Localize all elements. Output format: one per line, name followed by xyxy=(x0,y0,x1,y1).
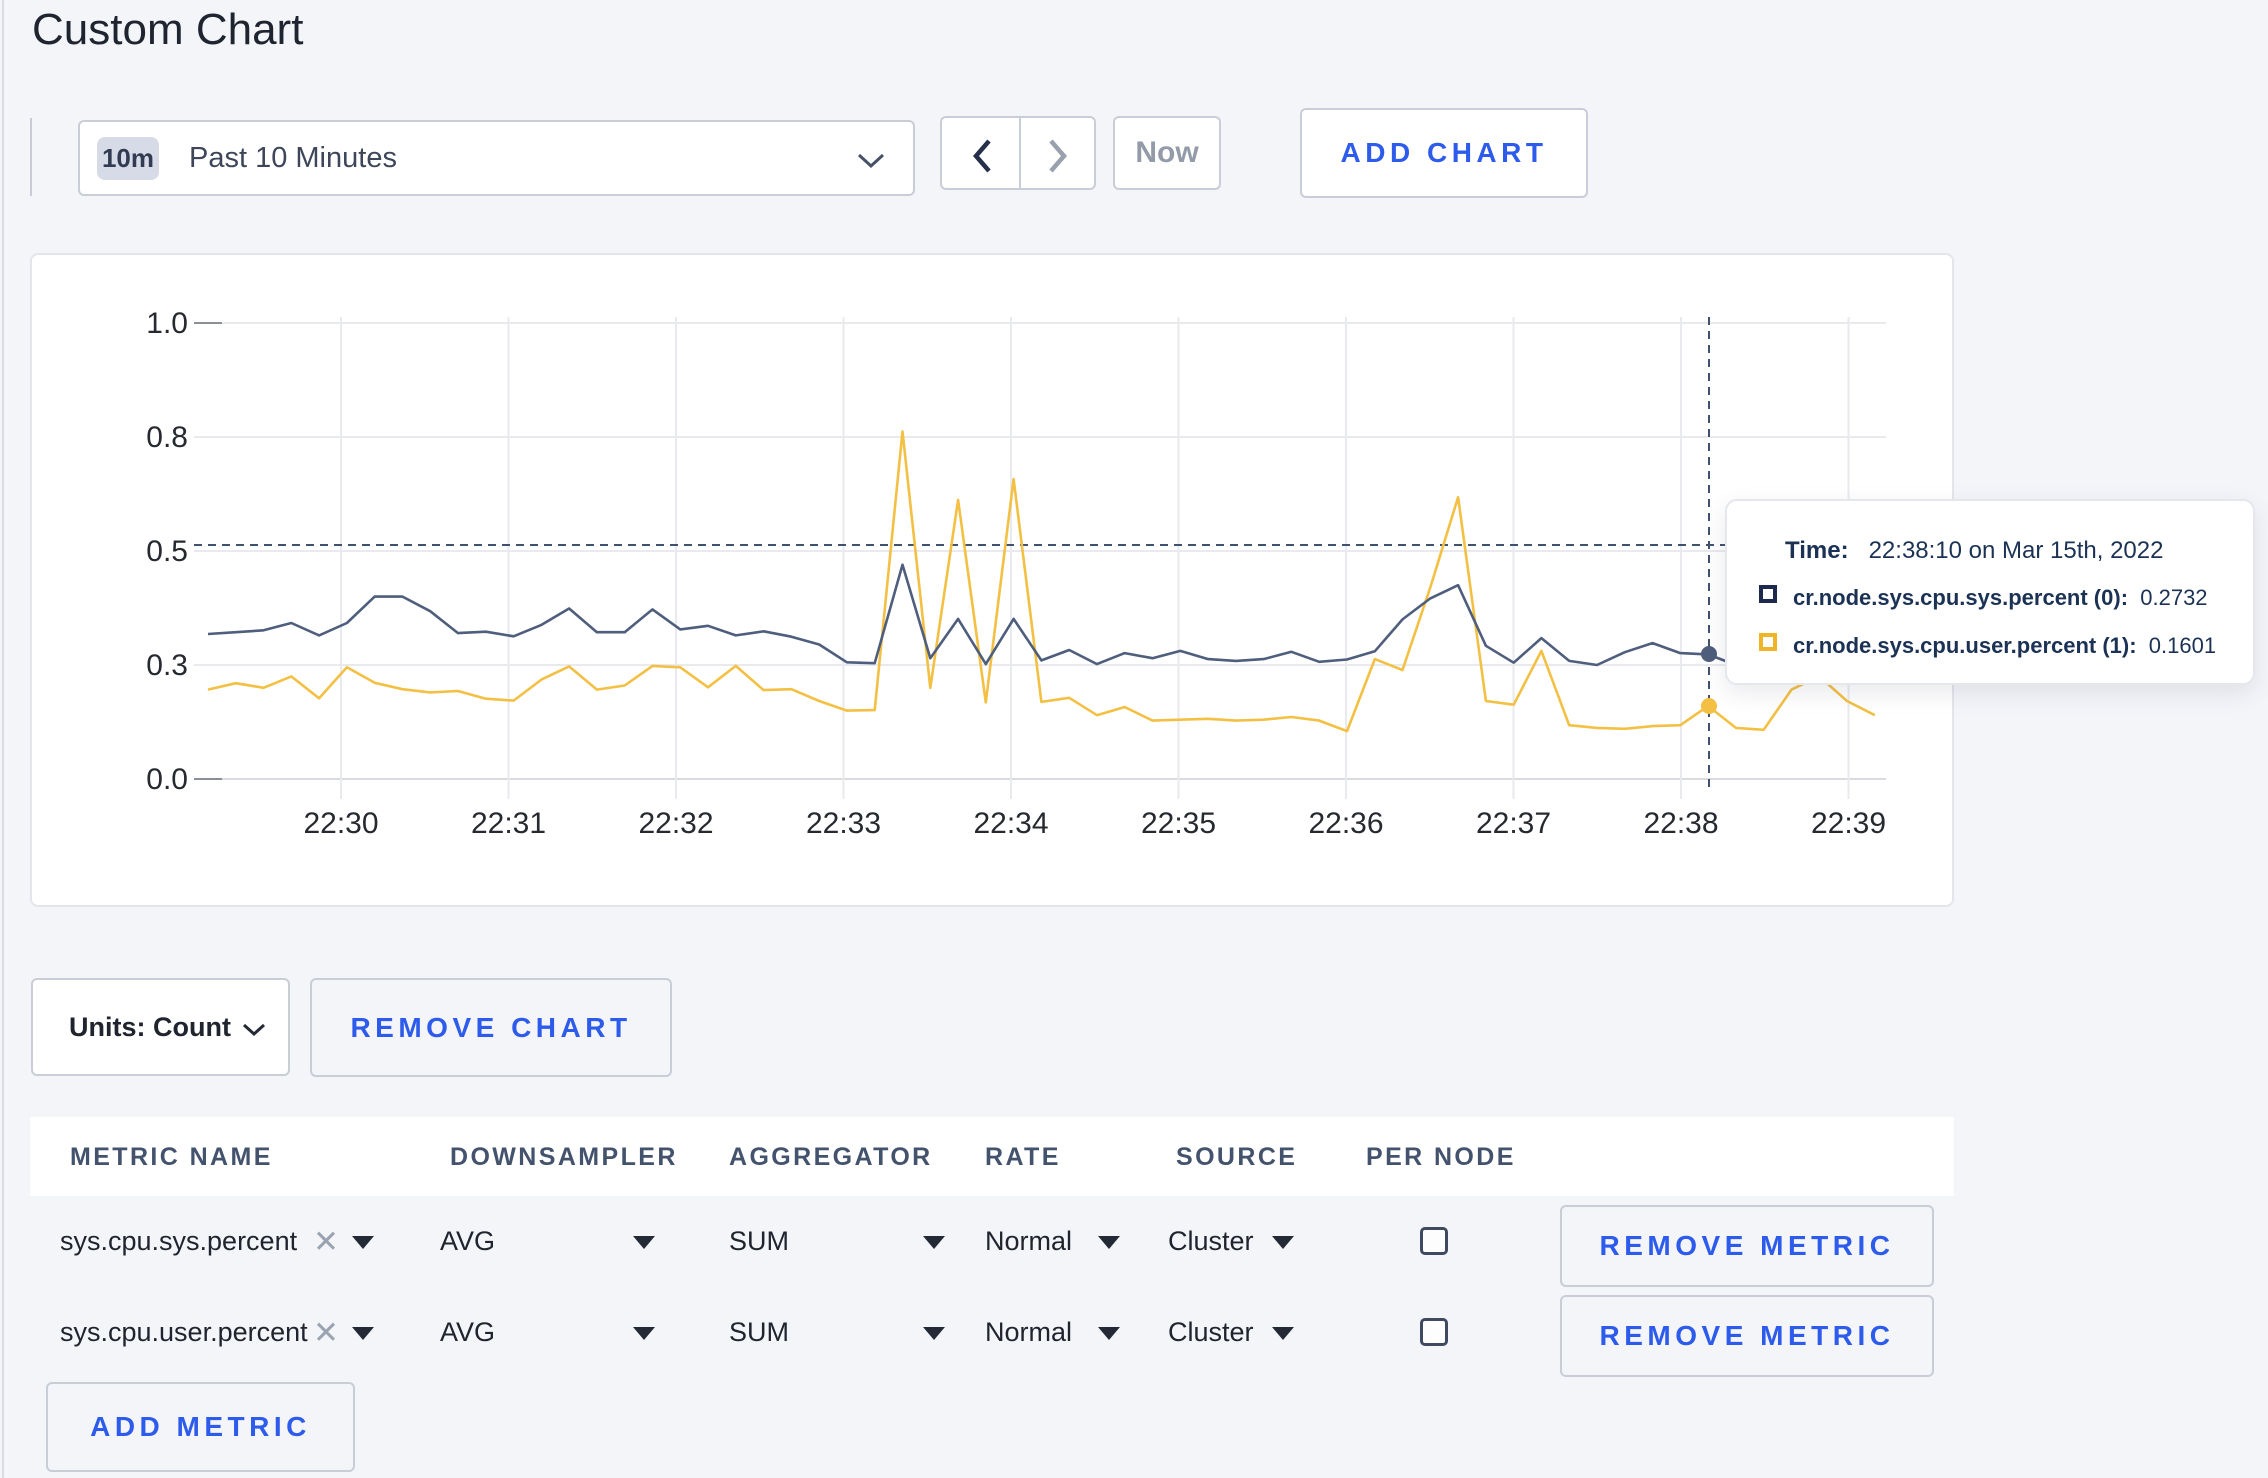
svg-text:22:35: 22:35 xyxy=(1141,807,1216,840)
svg-text:22:31: 22:31 xyxy=(471,807,546,840)
svg-text:22:39: 22:39 xyxy=(1811,807,1886,840)
svg-text:0.3: 0.3 xyxy=(146,649,188,682)
svg-text:22:37: 22:37 xyxy=(1476,807,1551,840)
svg-text:1.0: 1.0 xyxy=(146,307,188,340)
svg-text:0.0: 0.0 xyxy=(146,763,188,796)
svg-text:22:38: 22:38 xyxy=(1643,807,1718,840)
svg-text:0.8: 0.8 xyxy=(146,421,188,454)
svg-text:22:34: 22:34 xyxy=(973,807,1048,840)
svg-text:22:30: 22:30 xyxy=(303,807,378,840)
svg-text:22:36: 22:36 xyxy=(1308,807,1383,840)
svg-text:22:33: 22:33 xyxy=(806,807,881,840)
svg-text:0.5: 0.5 xyxy=(146,535,188,568)
svg-text:22:32: 22:32 xyxy=(638,807,713,840)
